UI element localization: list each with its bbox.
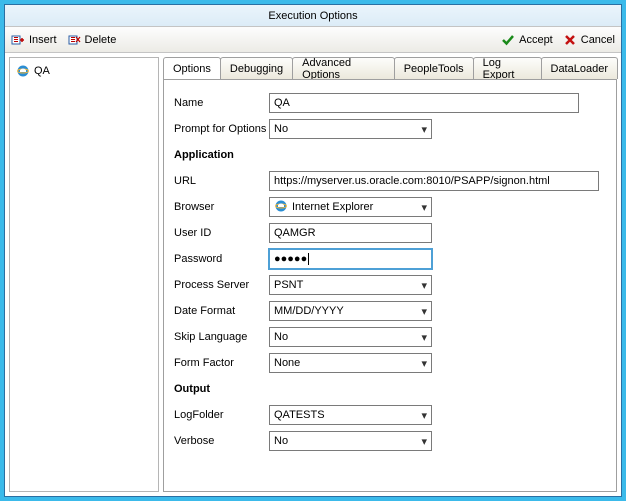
chevron-down-icon: ▾: [421, 305, 427, 318]
chevron-down-icon: ▾: [421, 357, 427, 370]
chevron-down-icon: ▾: [421, 123, 427, 136]
tab-logexport-label: Log Export: [483, 57, 532, 81]
skip-select[interactable]: No ▾: [269, 327, 432, 347]
tree-panel: QA: [9, 57, 159, 492]
text-cursor: [308, 253, 309, 265]
tree-item-qa[interactable]: QA: [14, 62, 154, 80]
tab-strip: Options Debugging Advanced Options Peopl…: [163, 57, 617, 79]
name-field[interactable]: [269, 93, 579, 113]
process-select[interactable]: PSNT ▾: [269, 275, 432, 295]
delete-label: Delete: [85, 34, 117, 46]
cancel-icon: [563, 33, 577, 47]
formfactor-value: None: [274, 357, 300, 369]
verbose-select[interactable]: No ▾: [269, 431, 432, 451]
tab-peopletools-label: PeopleTools: [404, 63, 464, 75]
formfactor-select[interactable]: None ▾: [269, 353, 432, 373]
verbose-value: No: [274, 435, 288, 447]
password-field[interactable]: ●●●●●: [269, 249, 432, 269]
browser-label: Browser: [174, 201, 269, 213]
name-label: Name: [174, 97, 269, 109]
titlebar: Execution Options: [5, 5, 621, 27]
cancel-button[interactable]: Cancel: [563, 33, 615, 47]
logfolder-value: QATESTS: [274, 409, 325, 421]
ie-icon: [274, 199, 288, 216]
process-value: PSNT: [274, 279, 303, 291]
date-value: MM/DD/YYYY: [274, 305, 344, 317]
verbose-label: Verbose: [174, 435, 269, 447]
password-label: Password: [174, 253, 269, 265]
tab-advanced-label: Advanced Options: [302, 57, 385, 81]
accept-label: Accept: [519, 34, 553, 46]
chevron-down-icon: ▾: [421, 409, 427, 422]
tab-debugging[interactable]: Debugging: [220, 57, 293, 79]
insert-icon: [11, 33, 25, 47]
accept-button[interactable]: Accept: [501, 33, 553, 47]
toolbar: Insert Delete Accept Cancel: [5, 27, 621, 53]
tab-options[interactable]: Options: [163, 57, 221, 79]
tab-body: Name Prompt for Options No ▾ Application…: [163, 79, 617, 492]
userid-field[interactable]: [269, 223, 432, 243]
ie-icon: [16, 64, 30, 78]
password-value: ●●●●●: [274, 253, 307, 265]
tab-debugging-label: Debugging: [230, 63, 283, 75]
output-heading: Output: [174, 383, 269, 395]
prompt-label: Prompt for Options: [174, 123, 269, 135]
tab-logexport[interactable]: Log Export: [473, 57, 542, 79]
window: Execution Options Insert Delete: [4, 4, 622, 497]
url-field[interactable]: [269, 171, 599, 191]
application-heading: Application: [174, 149, 269, 161]
date-label: Date Format: [174, 305, 269, 317]
chevron-down-icon: ▾: [421, 201, 427, 214]
date-select[interactable]: MM/DD/YYYY ▾: [269, 301, 432, 321]
tab-options-label: Options: [173, 63, 211, 75]
tree-item-label: QA: [34, 65, 50, 77]
content-area: QA Options Debugging Advanced Options Pe…: [5, 53, 621, 496]
tab-dataloader[interactable]: DataLoader: [541, 57, 619, 79]
insert-button[interactable]: Insert: [11, 33, 57, 47]
skip-value: No: [274, 331, 288, 343]
tab-advanced[interactable]: Advanced Options: [292, 57, 395, 79]
insert-label: Insert: [29, 34, 57, 46]
prompt-select[interactable]: No ▾: [269, 119, 432, 139]
browser-value: Internet Explorer: [292, 201, 373, 213]
userid-label: User ID: [174, 227, 269, 239]
check-icon: [501, 33, 515, 47]
window-title: Execution Options: [268, 10, 357, 22]
chevron-down-icon: ▾: [421, 331, 427, 344]
chevron-down-icon: ▾: [421, 435, 427, 448]
url-label: URL: [174, 175, 269, 187]
delete-icon: [67, 33, 81, 47]
formfactor-label: Form Factor: [174, 357, 269, 369]
chevron-down-icon: ▾: [421, 279, 427, 292]
logfolder-label: LogFolder: [174, 409, 269, 421]
skip-label: Skip Language: [174, 331, 269, 343]
logfolder-select[interactable]: QATESTS ▾: [269, 405, 432, 425]
delete-button[interactable]: Delete: [67, 33, 117, 47]
process-label: Process Server: [174, 279, 269, 291]
right-panel: Options Debugging Advanced Options Peopl…: [163, 57, 617, 492]
browser-select[interactable]: Internet Explorer ▾: [269, 197, 432, 217]
tab-dataloader-label: DataLoader: [551, 63, 609, 75]
cancel-label: Cancel: [581, 34, 615, 46]
prompt-value: No: [274, 123, 288, 135]
tab-peopletools[interactable]: PeopleTools: [394, 57, 474, 79]
